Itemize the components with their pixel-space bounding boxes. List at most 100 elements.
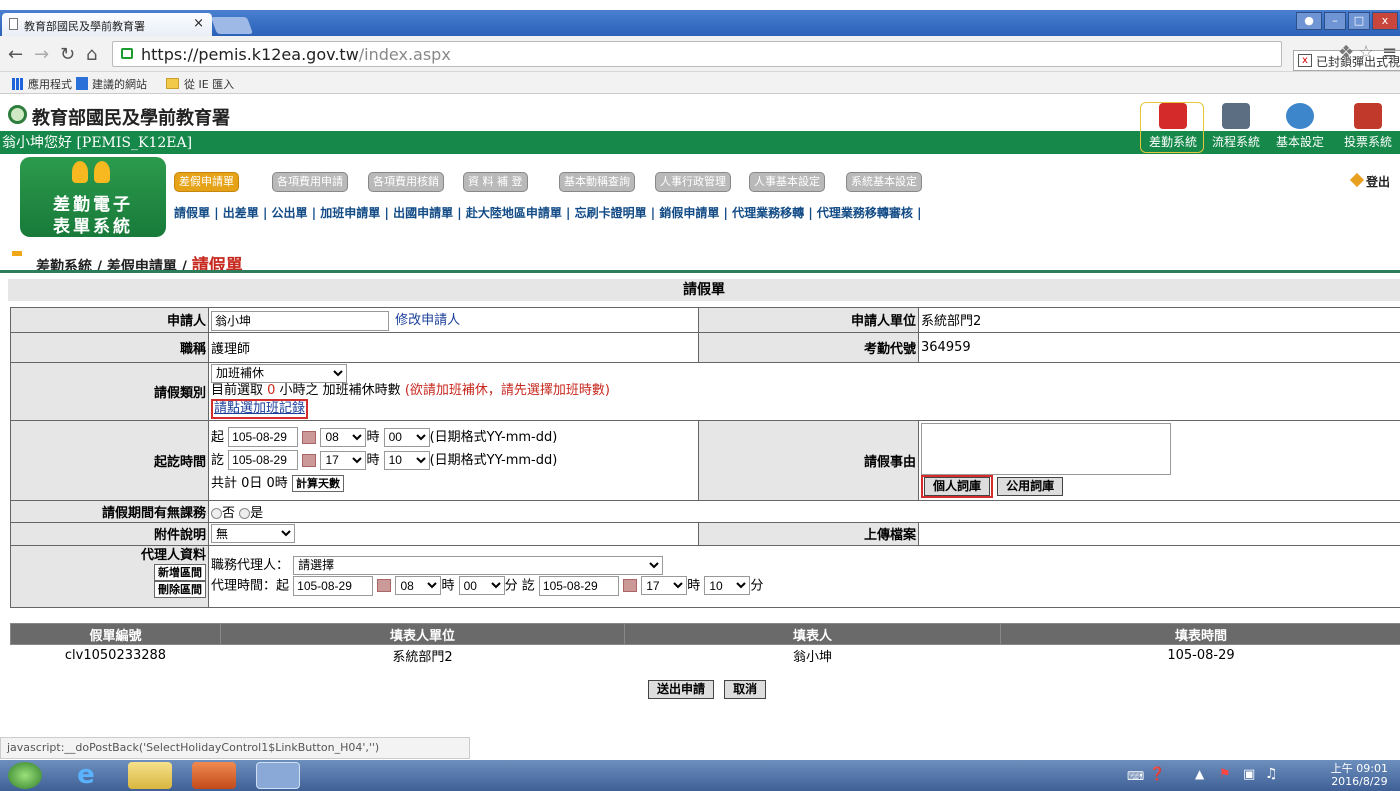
subnav-mainland[interactable]: 赴大陸地區申請單 xyxy=(466,206,562,220)
tab-data-supplement[interactable]: 資 料 補 登 xyxy=(463,172,528,192)
agent-start-date-input[interactable] xyxy=(293,575,374,596)
subnav-agent-transfer[interactable]: 代理業務移轉 xyxy=(732,206,804,220)
system-attendance[interactable]: 差勤系統 xyxy=(1140,102,1204,153)
start-hour-select[interactable]: 08 xyxy=(320,427,367,447)
app-name-line2: 表單系統 xyxy=(53,217,133,237)
address-bar[interactable]: https://pemis.k12ea.gov.tw/index.aspx x … xyxy=(112,41,1400,71)
overtime-record-link[interactable]: 請點選加班記錄 xyxy=(214,401,305,416)
subnav-forgot-card[interactable]: 忘刷卡證明單 xyxy=(575,206,647,220)
personal-phrases-button[interactable]: 個人詞庫 xyxy=(924,476,991,496)
radio-yes[interactable] xyxy=(239,507,251,519)
reason-textarea[interactable] xyxy=(921,422,1171,475)
tab-hr-basic-settings[interactable]: 人事基本設定 xyxy=(749,172,825,192)
start-button[interactable] xyxy=(8,762,42,789)
public-phrases-button[interactable]: 公用詞庫 xyxy=(997,476,1064,496)
explorer-icon[interactable] xyxy=(128,762,172,789)
volume-icon[interactable]: ♫ xyxy=(1265,766,1278,782)
calc-days-button[interactable]: 計算天數 xyxy=(291,474,344,492)
network-icon[interactable]: ▣ xyxy=(1243,767,1255,782)
keyboard-icon[interactable]: ⌨ xyxy=(1127,769,1144,783)
clock[interactable]: 上午 09:01 2016/8/29 xyxy=(1331,762,1388,788)
delete-section-button[interactable]: 刪除區間 xyxy=(154,580,206,598)
minimize-button[interactable]: – xyxy=(1324,12,1346,30)
home-icon[interactable]: ⌂ xyxy=(86,44,97,65)
end-date-input[interactable] xyxy=(228,450,299,470)
browser-tab[interactable]: 教育部國民及學前教育署 × xyxy=(2,13,212,36)
forward-arrow-icon[interactable]: → xyxy=(34,44,49,65)
subnav-leave[interactable]: 請假單 xyxy=(174,206,210,220)
start-date-input[interactable] xyxy=(228,427,299,447)
leave-type-select[interactable]: 加班補休 xyxy=(211,363,347,383)
col-header-filler: 填表人 xyxy=(624,623,1001,645)
bookmark-apps[interactable]: 應用程式 xyxy=(12,76,72,92)
tab-hr-admin[interactable]: 人事行政管理 xyxy=(655,172,731,192)
system-voting-label: 投票系統 xyxy=(1343,135,1392,149)
applicant-input[interactable] xyxy=(211,310,389,331)
calendar-icon[interactable] xyxy=(302,453,317,467)
workflow-system-icon xyxy=(1222,103,1250,129)
folder-icon xyxy=(166,78,179,89)
tab-close-icon[interactable]: × xyxy=(193,16,204,31)
cropped-overlay-text xyxy=(0,0,1400,10)
tab-leave-application[interactable]: 差假申請單 xyxy=(174,172,239,192)
subnav-abroad[interactable]: 出國申請單 xyxy=(393,206,453,220)
end-hour-select[interactable]: 17 xyxy=(320,450,367,470)
user-greeting: 翁小坤您好 [PEMIS_K12EA] xyxy=(2,135,193,151)
agent-start-hour-select[interactable]: 08 xyxy=(395,576,442,596)
subnav-cancel-leave[interactable]: 銷假申請單 xyxy=(659,206,719,220)
agent-select[interactable]: 請選擇 xyxy=(293,555,664,575)
subnav-official-out[interactable]: 公出單 xyxy=(272,206,308,220)
subnav-overtime[interactable]: 加班申請單 xyxy=(320,206,380,220)
agent-start-minute-select[interactable]: 00 xyxy=(458,576,505,596)
extension-icon[interactable]: ❖ xyxy=(1338,42,1354,63)
tab-expense-reimbursement[interactable]: 各項費用核銷 xyxy=(368,172,444,192)
tab-basic-query[interactable]: 基本動稱查詢 xyxy=(559,172,635,192)
agent-end-date-input[interactable] xyxy=(538,575,619,596)
col-header-time: 填表時間 xyxy=(1000,623,1400,645)
logout-link[interactable]: 登出 xyxy=(1349,172,1390,190)
hour-unit: 時 xyxy=(366,452,380,468)
logout-icon xyxy=(1349,172,1365,188)
submit-button[interactable]: 送出申請 xyxy=(648,680,715,699)
calendar-icon[interactable] xyxy=(377,579,392,593)
modify-applicant-link[interactable]: 修改申請人 xyxy=(395,313,460,328)
tray-expand-icon[interactable]: ▲ xyxy=(1195,767,1204,781)
subnav-business-trip[interactable]: 出差單 xyxy=(223,206,259,220)
agent-end-hour-select[interactable]: 17 xyxy=(641,576,688,596)
add-section-button[interactable]: 新增區間 xyxy=(154,563,206,581)
reload-icon[interactable]: ↻ xyxy=(60,44,75,65)
leave-hint: (欲請加班補休，請先選擇加班時數) xyxy=(404,382,610,398)
cancel-button[interactable]: 取消 xyxy=(724,680,767,699)
end-minute-select[interactable]: 10 xyxy=(383,450,430,470)
chrome-icon[interactable] xyxy=(256,762,300,789)
start-minute-select[interactable]: 00 xyxy=(383,427,430,447)
ie-icon[interactable]: e xyxy=(64,762,108,789)
tab-expense-application[interactable]: 各項費用申請 xyxy=(272,172,348,192)
upload-cell[interactable] xyxy=(918,521,1400,546)
action-center-icon[interactable]: ⚑ xyxy=(1219,767,1231,782)
cell-filler: 翁小坤 xyxy=(792,649,832,665)
back-arrow-icon[interactable]: ← xyxy=(8,44,23,65)
blocked-popup-icon: x xyxy=(1298,54,1312,67)
menu-icon[interactable]: ≡ xyxy=(1382,42,1397,63)
attendance-code-label: 考勤代號 xyxy=(698,331,919,363)
subnav-agent-transfer-review[interactable]: 代理業務移轉審核 xyxy=(817,206,913,220)
calendar-icon[interactable] xyxy=(623,579,638,593)
maximize-button[interactable]: □ xyxy=(1348,12,1370,30)
user-icon[interactable]: ● xyxy=(1296,12,1322,30)
agent-end-minute-select[interactable]: 10 xyxy=(704,576,751,596)
tab-system-settings[interactable]: 系統基本設定 xyxy=(846,172,922,192)
bookmark-star-icon[interactable]: ☆ xyxy=(1358,42,1374,63)
class-duty-label: 請假期間有無課務 xyxy=(10,499,209,523)
outlook-icon[interactable] xyxy=(192,762,236,789)
bookmark-suggested[interactable]: 建議的網站 xyxy=(76,76,147,92)
help-icon[interactable]: ❓ xyxy=(1149,767,1165,782)
calendar-icon[interactable] xyxy=(302,430,317,444)
radio-no[interactable] xyxy=(211,507,222,519)
bookmark-ie-import[interactable]: 從 IE 匯入 xyxy=(166,76,234,92)
close-window-button[interactable]: x xyxy=(1372,12,1398,30)
new-tab-button[interactable] xyxy=(210,17,254,34)
attachment-select[interactable]: 無 xyxy=(211,524,295,543)
minute-unit: 分 xyxy=(750,578,764,594)
url-path: /index.aspx xyxy=(358,45,451,64)
